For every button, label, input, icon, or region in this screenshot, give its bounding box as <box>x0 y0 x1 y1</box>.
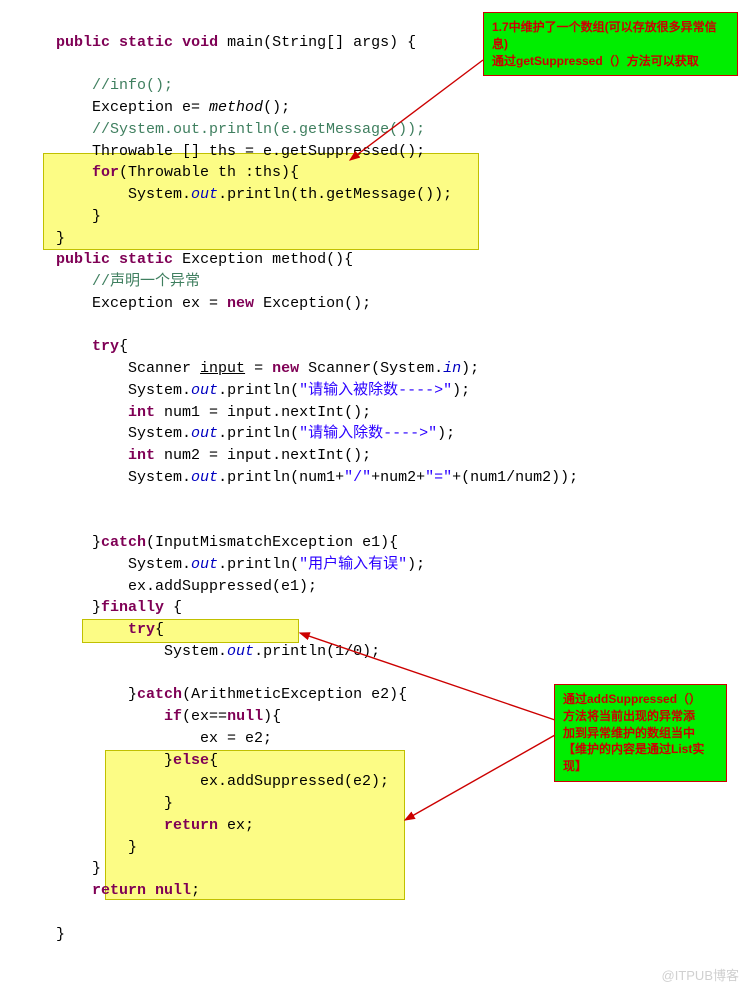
annotation-get-suppressed: 1.7中维护了一个数组(可以存放很多异常信 息) 通过getSuppressed… <box>483 12 738 76</box>
code-line: }else{ <box>20 752 218 769</box>
code-line: return ex; <box>20 817 254 834</box>
code-block: public static void main(String[] args) {… <box>20 10 729 945</box>
code-line: } <box>20 230 65 247</box>
code-line: System.out.println("用户输入有误"); <box>20 556 425 573</box>
code-line: ex.addSuppressed(e2); <box>20 773 389 790</box>
annotation-line: 通过addSuppressed（） <box>563 692 701 706</box>
annotation-line: 现】 <box>563 759 587 773</box>
code-line: return null; <box>20 882 200 899</box>
code-line: System.out.println(1/0); <box>20 643 380 660</box>
code-line: } <box>20 795 173 812</box>
code-line: ex.addSuppressed(e1); <box>20 578 317 595</box>
annotation-line: 1.7中维护了一个数组(可以存放很多异常信 <box>492 20 717 34</box>
code-line: try{ <box>20 621 164 638</box>
code-line: }finally { <box>20 599 182 616</box>
code-line: System.out.println(th.getMessage()); <box>20 186 452 203</box>
code-line: } <box>20 839 137 856</box>
code-line: System.out.println("请输入被除数---->"); <box>20 382 470 399</box>
code-line: } <box>20 926 65 943</box>
code-line: ex = e2; <box>20 730 272 747</box>
code-line: System.out.println("请输入除数---->"); <box>20 425 455 442</box>
code-line: int num2 = input.nextInt(); <box>20 447 371 464</box>
code-line: for(Throwable th :ths){ <box>20 164 299 181</box>
code-line: //声明一个异常 <box>20 273 200 290</box>
annotation-line: 方法将当前出现的异常添 <box>563 709 695 723</box>
annotation-line: 加到异常维护的数组当中 <box>563 726 695 740</box>
code-line: public static void main(String[] args) { <box>20 34 416 51</box>
code-line: Throwable [] ths = e.getSuppressed(); <box>20 143 425 160</box>
code-line: //info(); <box>20 77 173 94</box>
code-line: }catch(ArithmeticException e2){ <box>20 686 407 703</box>
code-line: } <box>20 208 101 225</box>
annotation-line: 通过getSuppressed（）方法可以获取 <box>492 54 699 68</box>
watermark: @ITPUB博客 <box>662 967 739 986</box>
code-line: public static Exception method(){ <box>20 251 353 268</box>
code-line: Scanner input = new Scanner(System.in); <box>20 360 479 377</box>
code-line: int num1 = input.nextInt(); <box>20 404 371 421</box>
annotation-line: 【维护的内容是通过List实 <box>563 742 704 756</box>
code-line: //System.out.println(e.getMessage()); <box>20 121 425 138</box>
code-line: }catch(InputMismatchException e1){ <box>20 534 398 551</box>
annotation-line: 息) <box>492 37 508 51</box>
code-line: Exception ex = new Exception(); <box>20 295 371 312</box>
annotation-add-suppressed: 通过addSuppressed（） 方法将当前出现的异常添 加到异常维护的数组当… <box>554 684 727 782</box>
code-line: System.out.println(num1+"/"+num2+"="+(nu… <box>20 469 578 486</box>
code-line: } <box>20 860 101 877</box>
code-line: Exception e= method(); <box>20 99 290 116</box>
code-line: try{ <box>20 338 128 355</box>
code-line: if(ex==null){ <box>20 708 281 725</box>
